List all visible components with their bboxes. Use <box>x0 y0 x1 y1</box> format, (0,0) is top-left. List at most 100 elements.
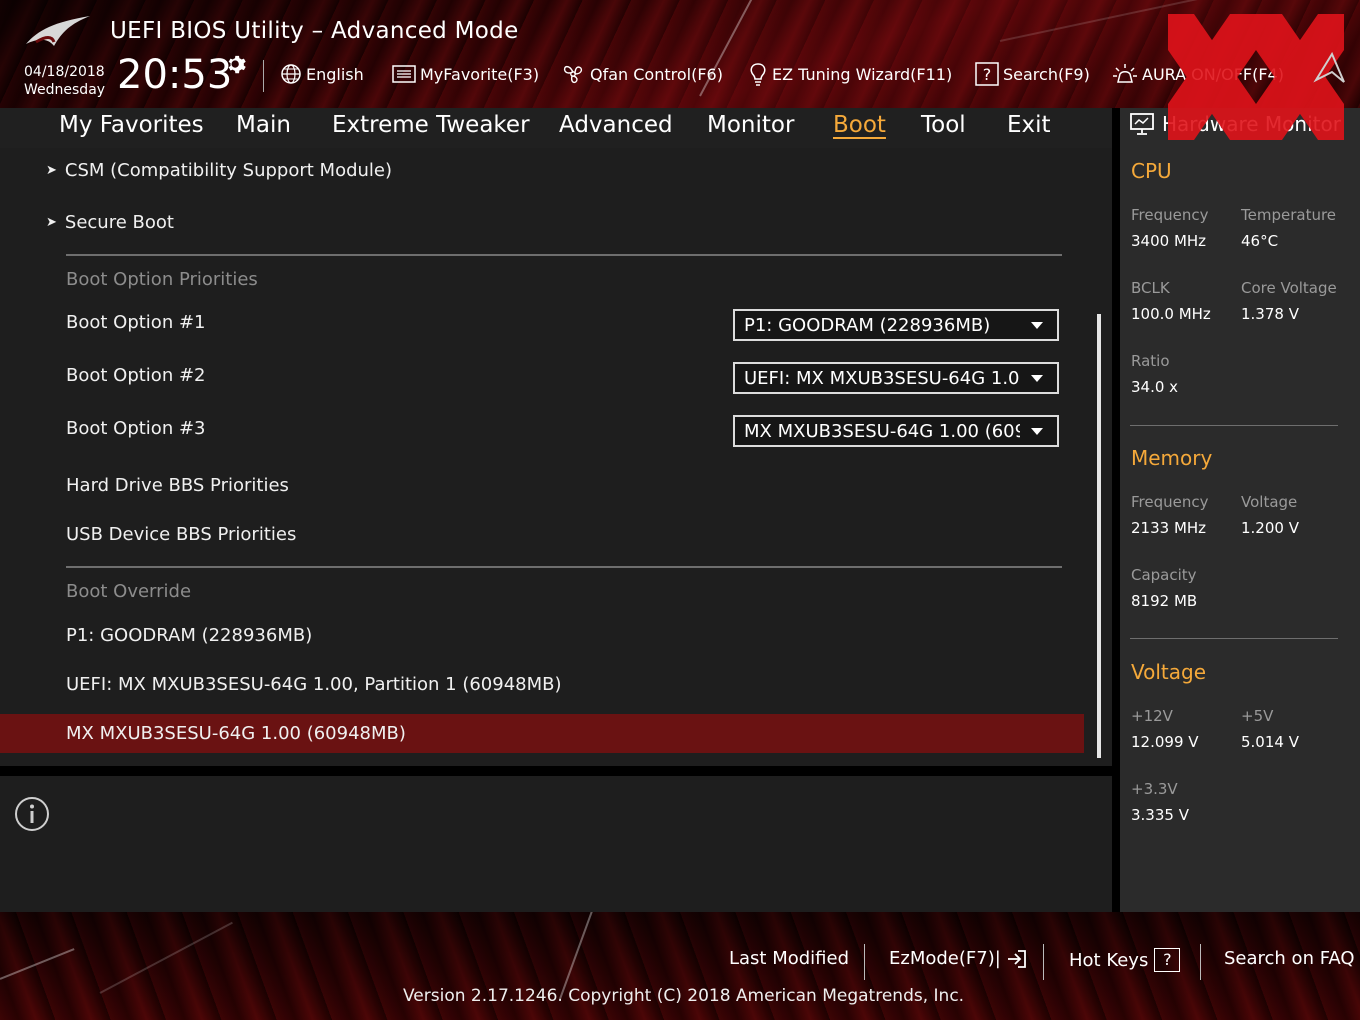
ezmode-button[interactable]: EzMode(F7)| <box>889 948 1027 969</box>
cursor-icon <box>1313 51 1345 83</box>
header-bar: UEFI BIOS Utility – Advanced Mode 04/18/… <box>0 0 1360 108</box>
core-voltage-value: 1.378 V <box>1241 305 1299 323</box>
submenu-secure-boot[interactable]: ➤ Secure Boot <box>46 212 174 233</box>
usb-bbs-priorities[interactable]: USB Device BBS Priorities <box>66 524 296 545</box>
language-label: English <box>306 64 364 84</box>
tab-tool[interactable]: Tool <box>921 112 966 138</box>
footer-separator <box>1200 944 1201 980</box>
v12-value: 12.099 V <box>1131 733 1199 751</box>
cpu-frequency-value: 3400 MHz <box>1131 232 1207 250</box>
chevron-right-icon: ➤ <box>46 215 57 230</box>
header-separator <box>263 60 264 92</box>
cpu-frequency-label: Frequency <box>1131 206 1209 224</box>
myfavorite-button[interactable]: MyFavorite(F3) <box>392 60 539 88</box>
tab-my-favorites[interactable]: My Favorites <box>59 112 204 138</box>
tab-advanced[interactable]: Advanced <box>559 112 673 138</box>
tab-monitor[interactable]: Monitor <box>707 112 794 138</box>
qfan-label: Qfan Control(F6) <box>590 64 723 84</box>
submenu-csm-label: CSM (Compatibility Support Module) <box>64 160 393 181</box>
hot-keys-label: Hot Keys <box>1069 949 1149 971</box>
cpu-temperature-value: 46°C <box>1241 232 1279 250</box>
boot-option-2-label: Boot Option #2 <box>66 365 206 386</box>
boot-option-2-value: UEFI: MX MXUB3SESU-64G 1.00, Partition 1… <box>744 368 1020 389</box>
section-divider <box>66 254 1062 256</box>
search-button[interactable]: ? Search(F9) <box>975 60 1090 88</box>
boot-option-1-label: Boot Option #1 <box>66 312 206 333</box>
gear-icon[interactable] <box>226 54 248 76</box>
aura-label: AURA ON/OFF(F4) <box>1142 64 1284 84</box>
boot-option-1-value: P1: GOODRAM (228936MB) <box>744 315 991 336</box>
hot-keys-key: ? <box>1154 948 1181 972</box>
clock: 20:53 <box>117 52 233 98</box>
ez-tuning-label: EZ Tuning Wizard(F11) <box>772 64 953 84</box>
exit-arrow-icon <box>1007 949 1026 968</box>
caret-down-icon <box>1031 375 1043 382</box>
last-modified-button[interactable]: Last Modified <box>729 948 849 969</box>
tab-main[interactable]: Main <box>236 112 291 138</box>
hot-keys-button[interactable]: Hot Keys ? <box>1069 948 1181 972</box>
myfavorite-label: MyFavorite(F3) <box>420 64 540 84</box>
scrollbar[interactable] <box>1097 314 1101 758</box>
date-label: 04/18/2018 <box>24 64 105 80</box>
tab-exit[interactable]: Exit <box>1007 112 1051 138</box>
hw-monitor-header: Hardware Monitor <box>1130 112 1341 136</box>
ezmode-label: EzMode(F7)| <box>889 948 1001 969</box>
ratio-value: 34.0 x <box>1131 378 1179 396</box>
ez-tuning-button[interactable]: EZ Tuning Wizard(F11) <box>748 60 952 88</box>
hdd-bbs-priorities[interactable]: Hard Drive BBS Priorities <box>66 475 289 496</box>
last-modified-label: Last Modified <box>729 948 850 969</box>
memory-frequency-label: Frequency <box>1131 493 1209 511</box>
aura-toggle-button[interactable]: AURA ON/OFF(F4) <box>1112 60 1284 88</box>
boot-override-title: Boot Override <box>66 581 192 602</box>
capacity-label: Capacity <box>1131 566 1197 584</box>
svg-text:?: ? <box>983 65 992 84</box>
boot-option-3-value: MX MXUB3SESU-64G 1.00 (60948MB) <box>744 421 1020 442</box>
voltage-section-title: Voltage <box>1131 660 1207 684</box>
search-faq-button[interactable]: Search on FAQ <box>1224 948 1355 969</box>
language-button[interactable]: English <box>280 60 364 88</box>
v33-value: 3.335 V <box>1131 806 1189 824</box>
search-label: Search(F9) <box>1003 64 1090 84</box>
version-text: Version 2.17.1246. Copyright (C) 2018 Am… <box>403 986 965 1006</box>
fan-icon <box>563 65 583 84</box>
override-item-goodram[interactable]: P1: GOODRAM (228936MB) <box>66 625 312 646</box>
hw-divider <box>1130 638 1338 639</box>
cpu-temperature-label: Temperature <box>1241 206 1337 224</box>
boot-option-2-select[interactable]: UEFI: MX MXUB3SESU-64G 1.00, Partition 1… <box>733 362 1059 394</box>
override-item-uefi-usb[interactable]: UEFI: MX MXUB3SESU-64G 1.00, Partition 1… <box>66 674 562 695</box>
chevron-right-icon: ➤ <box>46 163 57 178</box>
footer-separator <box>1043 944 1044 980</box>
footer-separator <box>864 944 865 980</box>
boot-option-3-select[interactable]: MX MXUB3SESU-64G 1.00 (60948MB) <box>733 415 1059 447</box>
help-panel <box>0 776 1112 912</box>
main-nav: My Favorites Main Extreme Tweaker Advanc… <box>0 108 1112 148</box>
globe-icon <box>281 64 301 84</box>
override-item-usb[interactable]: MX MXUB3SESU-64G 1.00 (60948MB) <box>66 723 406 744</box>
boot-option-3-label: Boot Option #3 <box>66 418 206 439</box>
boot-priorities-title: Boot Option Priorities <box>66 269 258 290</box>
memory-voltage-value: 1.200 V <box>1241 519 1299 537</box>
memory-frequency-value: 2133 MHz <box>1131 519 1207 537</box>
boot-option-1-select[interactable]: P1: GOODRAM (228936MB) <box>733 309 1059 341</box>
memory-section-title: Memory <box>1131 446 1213 470</box>
footer-bar: Last Modified EzMode(F7)| Hot Keys ? Sea… <box>0 912 1360 1020</box>
weekday-label: Wednesday <box>24 82 106 98</box>
submenu-csm[interactable]: ➤ CSM (Compatibility Support Module) <box>46 160 392 181</box>
v33-label: +3.3V <box>1131 780 1178 798</box>
section-divider <box>66 566 1062 568</box>
bclk-label: BCLK <box>1131 279 1170 297</box>
decor-streak <box>999 0 1294 42</box>
decor-streak <box>0 948 75 980</box>
cpu-section-title: CPU <box>1131 159 1172 183</box>
decor-streak <box>99 921 233 994</box>
caret-down-icon <box>1031 428 1043 435</box>
tab-boot[interactable]: Boot <box>833 112 886 138</box>
tab-extreme-tweaker[interactable]: Extreme Tweaker <box>332 112 530 138</box>
bclk-value: 100.0 MHz <box>1131 305 1211 323</box>
aura-light-icon <box>1113 64 1137 83</box>
core-voltage-label: Core Voltage <box>1241 279 1337 297</box>
qfan-control-button[interactable]: Qfan Control(F6) <box>560 60 723 88</box>
boot-settings-panel: ➤ CSM (Compatibility Support Module) ➤ S… <box>0 148 1112 766</box>
favorites-list-icon <box>392 65 416 83</box>
rog-logo-icon <box>26 16 90 46</box>
